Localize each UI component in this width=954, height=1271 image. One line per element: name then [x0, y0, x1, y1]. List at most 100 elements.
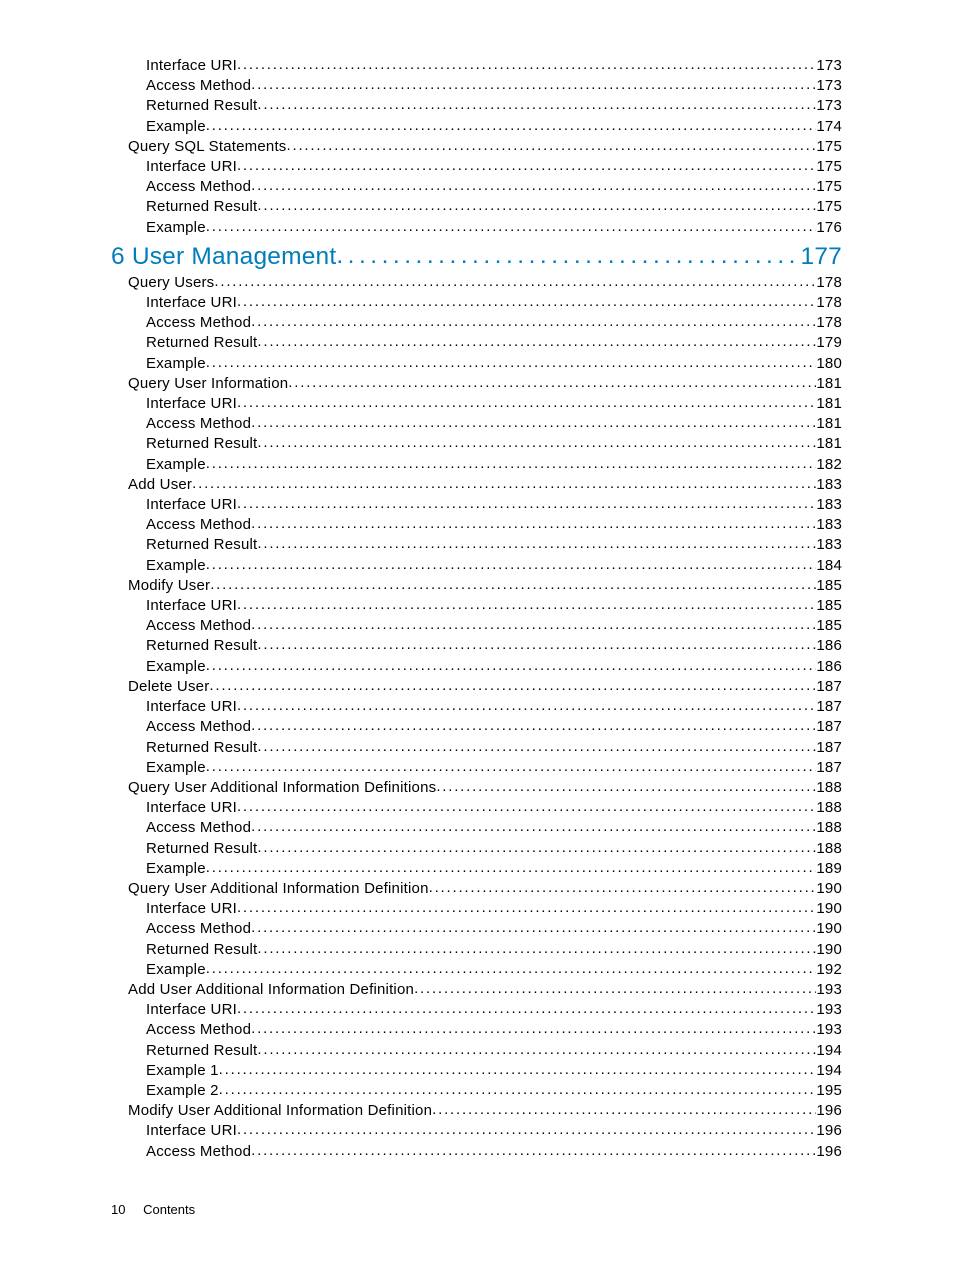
toc-entry[interactable]: Query SQL Statements175 [128, 137, 842, 157]
toc-entry[interactable]: Returned Result194 [146, 1041, 842, 1061]
toc-entry[interactable]: Access Method175 [146, 177, 842, 197]
toc-entry[interactable]: Returned Result173 [146, 96, 842, 116]
toc-dot-leader [432, 1100, 816, 1120]
toc-entry[interactable]: Interface URI 187 [146, 697, 842, 717]
toc-entry-page: 187 [816, 697, 842, 717]
toc-entry[interactable]: Access Method181 [146, 414, 842, 434]
toc-dot-leader [237, 292, 816, 312]
toc-entry[interactable]: Example192 [146, 960, 842, 980]
toc-entry[interactable]: Interface URI196 [146, 1121, 842, 1141]
toc-entry-title: Example [146, 758, 206, 778]
toc-entry[interactable]: Query User Information181 [128, 374, 842, 394]
toc-entry[interactable]: Access Method190 [146, 919, 842, 939]
toc-entry[interactable]: Modify User185 [128, 576, 842, 596]
toc-entry-title: Example [146, 117, 206, 137]
toc-entry[interactable]: Example 1194 [146, 1061, 842, 1081]
toc-entry[interactable]: Returned Result175 [146, 197, 842, 217]
toc-entry-title: Query User Information [128, 374, 288, 394]
toc-entry-title: Returned Result [146, 333, 257, 353]
toc-entry[interactable]: Access Method196 [146, 1142, 842, 1162]
toc-entry[interactable]: Example 2195 [146, 1081, 842, 1101]
toc-entry[interactable]: 6 User Management177 [111, 243, 842, 271]
toc-entry[interactable]: Example184 [146, 556, 842, 576]
toc-entry[interactable]: Example 174 [146, 117, 842, 137]
toc-entry[interactable]: Modify User Additional Information Defin… [128, 1101, 842, 1121]
toc-dot-leader [210, 575, 816, 595]
page-footer: 10 Contents [111, 1202, 195, 1217]
toc-entry-title: Returned Result [146, 1041, 257, 1061]
toc-dot-leader [251, 413, 816, 433]
toc-entry-title: Example [146, 859, 206, 879]
toc-entry-title: 6 User Management [111, 243, 336, 271]
toc-entry[interactable]: Interface URI190 [146, 899, 842, 919]
toc-entry-page: 175 [816, 177, 842, 197]
toc-entry[interactable]: Example176 [146, 218, 842, 238]
toc-entry-title: Interface URI [146, 1000, 237, 1020]
toc-entry-title: Query User Additional Information Defini… [128, 879, 429, 899]
toc-entry[interactable]: Access Method173 [146, 76, 842, 96]
toc-entry[interactable]: Add User183 [128, 475, 842, 495]
toc-entry[interactable]: Interface URI178 [146, 293, 842, 313]
toc-entry[interactable]: Returned Result186 [146, 636, 842, 656]
toc-entry[interactable]: Returned Result187 [146, 738, 842, 758]
toc-entry-title: Returned Result [146, 197, 257, 217]
toc-dot-leader [251, 75, 816, 95]
toc-entry[interactable]: Example186 [146, 657, 842, 677]
toc-entry[interactable]: Interface URI188 [146, 798, 842, 818]
toc-dot-leader [251, 176, 816, 196]
toc-entry-title: Access Method [146, 1142, 251, 1162]
toc-entry[interactable]: Access Method178 [146, 313, 842, 333]
toc-entry-title: Access Method [146, 616, 251, 636]
toc-entry[interactable]: Returned Result188 [146, 839, 842, 859]
toc-entry[interactable]: Example182 [146, 455, 842, 475]
toc-entry[interactable]: Add User Additional Information Definiti… [128, 980, 842, 1000]
toc-dot-leader [257, 196, 816, 216]
toc-entry[interactable]: Example187 [146, 758, 842, 778]
toc-entry-title: Add User Additional Information Definiti… [128, 980, 414, 1000]
toc-entry[interactable]: Access Method188 [146, 818, 842, 838]
toc-dot-leader [257, 433, 816, 453]
toc-entry[interactable]: Interface URI175 [146, 157, 842, 177]
toc-dot-leader [206, 757, 817, 777]
toc-entry-page: 181 [816, 434, 842, 454]
toc-entry[interactable]: Interface URI185 [146, 596, 842, 616]
toc-entry[interactable]: Returned Result179 [146, 333, 842, 353]
toc-dot-leader [251, 716, 816, 736]
toc-entry-page: 196 [816, 1101, 842, 1121]
toc-entry-page: 174 [816, 117, 842, 137]
toc-entry[interactable]: Delete User187 [128, 677, 842, 697]
toc-entry-title: Query SQL Statements [128, 137, 287, 157]
toc-entry[interactable]: Returned Result190 [146, 940, 842, 960]
toc-entry[interactable]: Access Method183 [146, 515, 842, 535]
toc-dot-leader [206, 959, 817, 979]
toc-entry-page: 188 [816, 839, 842, 859]
toc-entry-title: Interface URI [146, 157, 237, 177]
toc-entry[interactable]: Access Method185 [146, 616, 842, 636]
toc-entry[interactable]: Example180 [146, 354, 842, 374]
toc-entry[interactable]: Returned Result181 [146, 434, 842, 454]
toc-entry-page: 185 [816, 576, 842, 596]
toc-entry-title: Interface URI [146, 394, 237, 414]
toc-entry[interactable]: Query User Additional Information Defini… [128, 879, 842, 899]
toc-entry[interactable]: Interface URI181 [146, 394, 842, 414]
toc-entry-page: 182 [816, 455, 842, 475]
toc-entry[interactable]: Query Users178 [128, 273, 842, 293]
toc-entry-page: 186 [816, 657, 842, 677]
toc-dot-leader [251, 1141, 816, 1161]
toc-entry-title: Interface URI [146, 697, 237, 717]
toc-dot-leader [237, 797, 816, 817]
toc-dot-leader [251, 615, 816, 635]
toc-dot-leader [209, 676, 816, 696]
toc-entry[interactable]: Access Method187 [146, 717, 842, 737]
toc-entry[interactable]: Example189 [146, 859, 842, 879]
toc-entry[interactable]: Interface URI193 [146, 1000, 842, 1020]
toc-entry[interactable]: Returned Result183 [146, 535, 842, 555]
toc-entry[interactable]: Interface URI173 [146, 56, 842, 76]
toc-entry-title: Delete User [128, 677, 209, 697]
toc-entry[interactable]: Access Method193 [146, 1020, 842, 1040]
toc-entry[interactable]: Query User Additional Information Defini… [128, 778, 842, 798]
toc-dot-leader [257, 635, 816, 655]
toc-entry[interactable]: Interface URI183 [146, 495, 842, 515]
toc-entry-page: 178 [816, 293, 842, 313]
toc-entry-page: 188 [816, 778, 842, 798]
